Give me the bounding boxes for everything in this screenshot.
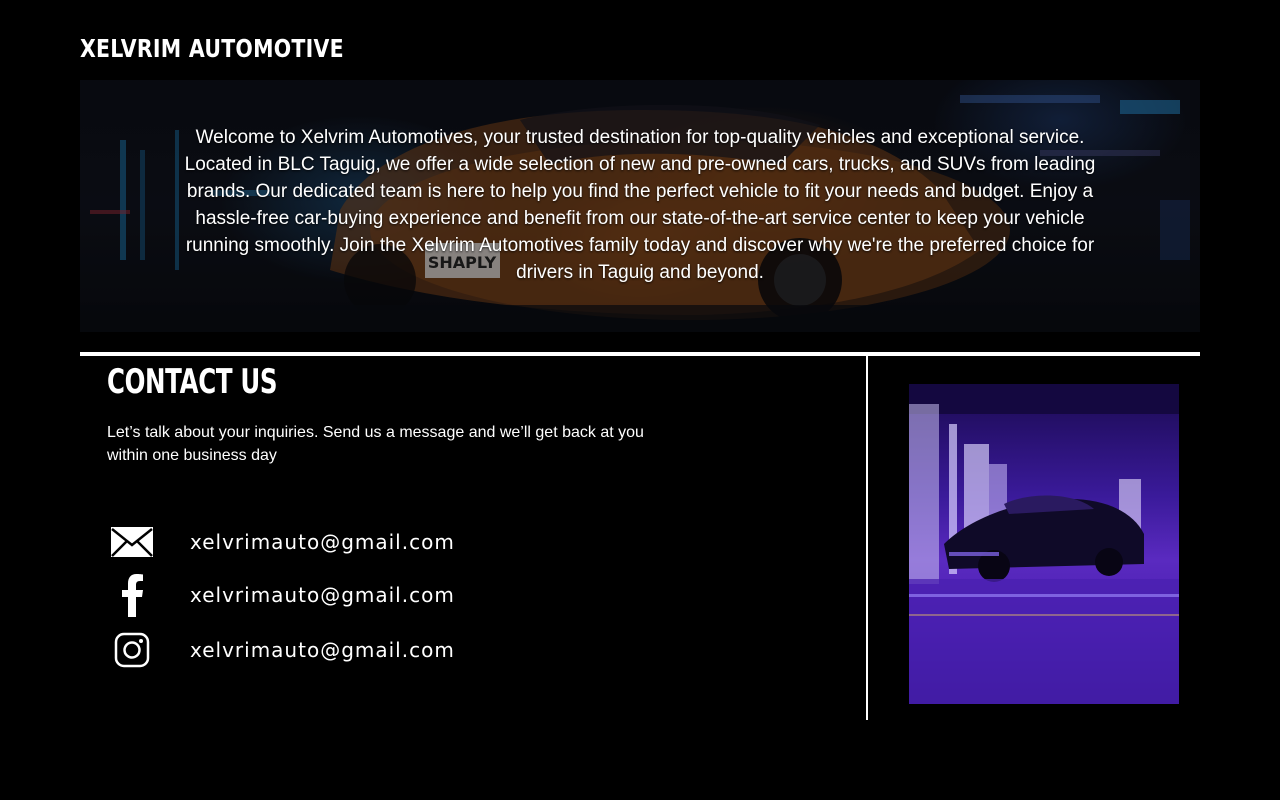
gas-station-car-image [909,384,1179,704]
contact-email-row[interactable]: xelvrimauto@gmail.com [107,520,455,564]
section-divider-vertical [866,356,868,720]
instagram-icon [107,628,157,672]
contact-instagram-row[interactable]: xelvrimauto@gmail.com [107,628,455,672]
section-divider-horizontal [80,352,1200,356]
mail-icon [107,520,157,564]
contact-email-link[interactable]: xelvrimauto@gmail.com [190,530,455,554]
page: XELVRIM AUTOMOTIVE SHAPLY Welcome to Xel… [0,0,1280,800]
hero-banner: SHAPLY Welcome to Xelvrim Automotives, y… [80,80,1200,332]
contact-instagram-link[interactable]: xelvrimauto@gmail.com [190,638,455,662]
contact-heading: CONTACT US [107,362,278,402]
contact-description: Let’s talk about your inquiries. Send us… [107,424,644,464]
site-logo-text[interactable]: XELVRIM AUTOMOTIVE [80,34,344,63]
facebook-icon [107,573,157,617]
contact-facebook-row[interactable]: xelvrimauto@gmail.com [107,573,455,617]
hero-description: Welcome to Xelvrim Automotives, your tru… [184,127,1096,283]
contact-facebook-link[interactable]: xelvrimauto@gmail.com [190,583,455,607]
